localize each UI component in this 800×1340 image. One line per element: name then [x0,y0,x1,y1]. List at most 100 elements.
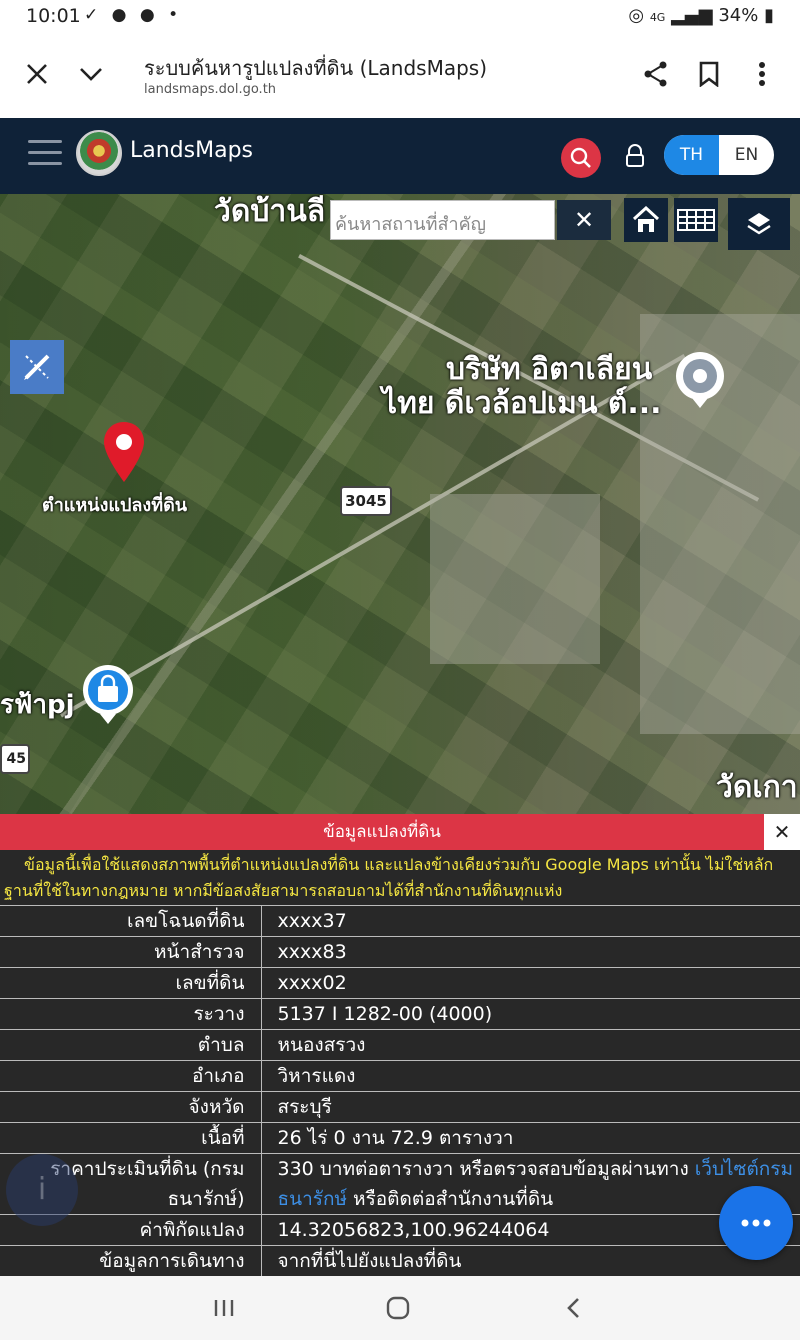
table-row: ราคาประเมินที่ดิน (กรม ธนารักษ์) 330 บาท… [0,1153,800,1215]
language-toggle: TH EN [664,135,774,175]
system-nav-bar [0,1276,800,1340]
satellite-map[interactable]: วัดบ้านลี บริษัท อิตาเลียน ไทย ดีเวล้อปเ… [0,194,800,814]
signal-icon: ▂▄▆ [671,5,713,26]
grid-button[interactable] [674,198,718,242]
row-label: จังหวัด [0,1091,262,1123]
map-pin-icon [104,422,144,482]
table-row: ข้อมูลการเดินทาง จากที่นี่ไปยังแปลงที่ดิ… [0,1245,800,1277]
map-label-shop: รฟ้าpj [0,690,75,720]
panel-close-button[interactable]: ✕ [764,814,800,850]
row-label: ระวาง [0,998,262,1030]
bookmark-button[interactable] [689,54,729,94]
row-value: xxxx37 [261,905,800,937]
home-icon [632,206,660,232]
battery-level: ◎ 4G ▂▄▆ 34% ▮ [628,5,774,26]
table-row: หน้าสำรวจ xxxx83 [0,936,800,968]
share-button[interactable] [636,54,676,94]
place-search-input[interactable]: ค้นหาสถานที่สำคัญ [330,200,555,240]
status-bar: 10:01 ✓ ● ● • ◎ 4G ▂▄▆ 34% ▮ [0,0,800,34]
row-label-line: ราคาประเมินที่ดิน (กรม [50,1158,245,1180]
page-url: landsmaps.dol.go.th [144,82,277,97]
row-label-line: ธนารักษ์) [167,1188,245,1210]
appraisal-text: 330 บาทต่อตารางวา หรือตรวจสอบข้อมูลผ่านท… [277,1158,695,1180]
panel-header: ข้อมูลแปลงที่ดิน [0,814,764,850]
shopping-bag-icon [83,665,133,724]
row-value: 5137 I 1282-00 (4000) [261,998,800,1030]
share-icon [644,61,667,87]
clock: 10:01 [26,5,81,27]
app-brand: LandsMaps [130,138,253,163]
clear-search-button[interactable]: ✕ [557,200,611,240]
login-button[interactable] [624,144,646,168]
menu-icon-line [28,140,62,143]
table-row: เนื้อที่ 26 ไร่ 0 งาน 72.9 ตารางวา [0,1122,800,1154]
layers-button[interactable] [728,198,790,250]
battery-icon: ▮ [764,5,774,26]
treasury-website-link[interactable]: ธนารักษ์ [278,1188,348,1210]
more-actions-fab[interactable] [719,1186,793,1260]
parcel-location-pin[interactable] [100,420,148,484]
draw-tool-button[interactable] [10,340,64,394]
location-marker-icon [676,352,724,408]
lock-icon [626,144,644,167]
layers-icon [747,213,771,235]
close-icon [27,64,47,84]
row-value: หนองสรวง [261,1029,800,1061]
table-row: ค่าพิกัดแปลง 14.32056823,100.96244064 [0,1214,800,1246]
row-value: 330 บาทต่อตารางวา หรือตรวจสอบข้อมูลผ่านท… [261,1153,800,1215]
chevron-down-icon [80,68,102,81]
menu-button[interactable] [28,140,62,168]
close-icon: ✕ [773,820,791,844]
lang-th-button[interactable]: TH [664,135,719,175]
row-label: ตำบล [0,1029,262,1061]
row-value: สระบุรี [261,1091,800,1123]
menu-icon-line [28,162,62,165]
row-label: อำเภอ [0,1060,262,1092]
map-industrial-area [430,494,600,664]
route-number-badge: 45 [0,744,30,774]
collapse-button[interactable] [71,54,111,94]
home-circle-icon [386,1296,410,1320]
browser-toolbar: ระบบค้นหารูปแปลงที่ดิน (LandsMaps) lands… [0,34,800,118]
parcel-info-panel: ข้อมูลแปลงที่ดิน ✕ ข้อมูลนี้เพื่อใช้แสดง… [0,814,800,1277]
row-label: เลขที่ดิน [0,967,262,999]
app-header: LandsMaps TH EN [0,118,800,194]
table-row: ระวาง 5137 I 1282-00 (4000) [0,998,800,1030]
grid-icon [677,209,715,231]
lang-en-button[interactable]: EN [719,135,774,175]
search-icon [570,147,591,168]
menu-icon-line [28,151,62,154]
map-label-temple-top: วัดบ้านลี [214,194,326,229]
map-label-company-2: ไทย ดีเวล้อปเมน ต์... [382,386,662,421]
directions-link[interactable]: จากที่นี่ไปยังแปลงที่ดิน [261,1245,800,1277]
appraisal-text: หรือติดต่อสำนักงานที่ดิน [347,1188,554,1210]
back-button[interactable] [553,1290,593,1326]
row-value: 26 ไร่ 0 งาน 72.9 ตารางวา [261,1122,800,1154]
info-icon: i [37,1172,47,1207]
home-button[interactable] [624,198,668,242]
page-title: ระบบค้นหารูปแปลงที่ดิน (LandsMaps) [144,56,488,80]
more-options-button[interactable] [742,54,782,94]
info-button[interactable]: i [6,1154,78,1226]
close-tab-button[interactable] [17,54,57,94]
poi-marker[interactable] [672,350,728,410]
row-label: เนื้อที่ [0,1122,262,1154]
search-button[interactable] [561,138,601,178]
parcel-info-table: เลขโฉนดที่ดิน xxxx37 หน้าสำรวจ xxxx83 เล… [0,905,800,1277]
table-row: เลขโฉนดที่ดิน xxxx37 [0,905,800,937]
recent-apps-button[interactable] [204,1290,244,1326]
shop-marker[interactable] [80,664,136,726]
table-row: จังหวัด สระบุรี [0,1091,800,1123]
row-label: หน้าสำรวจ [0,936,262,968]
disclaimer-line-1: ข้อมูลนี้เพื่อใช้แสดงสภาพพื้นที่ตำแหน่งแ… [24,855,774,874]
table-row: เลขที่ดิน xxxx02 [0,967,800,999]
notification-icons: ✓ ● ● • [84,5,183,25]
row-value: xxxx02 [261,967,800,999]
row-label: เลขโฉนดที่ดิน [0,905,262,937]
treasury-website-link[interactable]: เว็บไซต์กรม [695,1158,793,1180]
row-value: xxxx83 [261,936,800,968]
battery-percent: 34% [718,5,759,26]
more-vert-icon [759,62,765,86]
pencil-ruler-icon [24,354,50,380]
home-nav-button[interactable] [378,1290,418,1326]
